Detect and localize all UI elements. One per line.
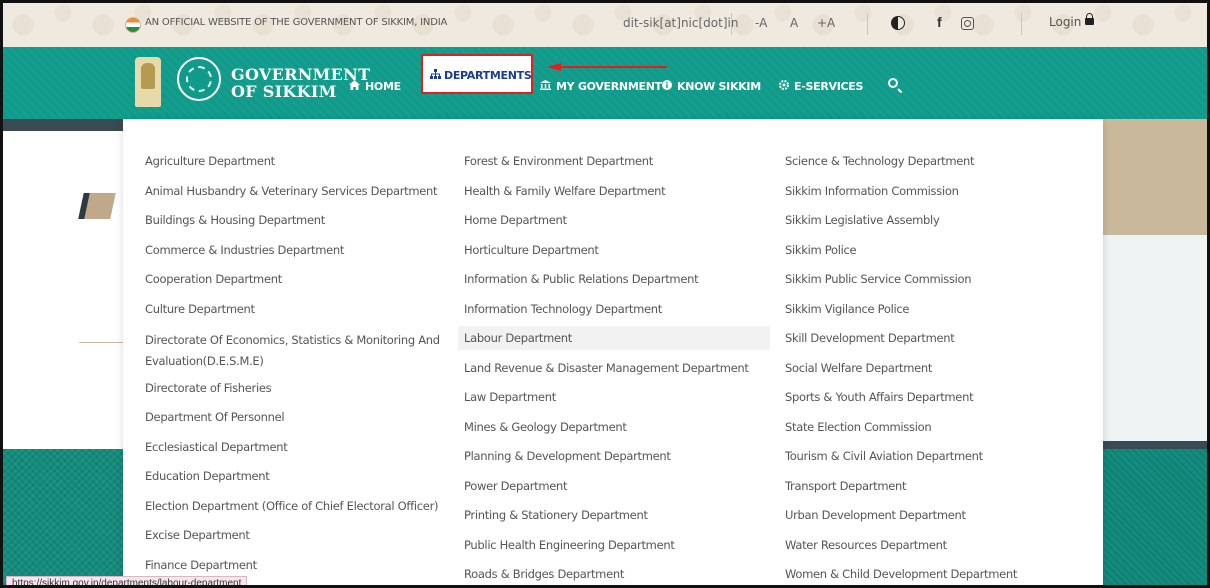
gear-icon: [779, 80, 789, 93]
instagram-icon[interactable]: [961, 17, 974, 30]
nav-e-services[interactable]: E-SERVICES: [779, 80, 863, 93]
departments-dropdown: Agriculture Department Animal Husbandry &…: [123, 119, 1103, 585]
department-link[interactable]: Law Department: [464, 389, 556, 405]
department-link[interactable]: Sikkim Police: [785, 242, 857, 258]
department-link[interactable]: Culture Department: [145, 301, 255, 317]
font-increase-button[interactable]: +A: [817, 16, 835, 30]
browser-viewport: AN OFFICIAL WEBSITE OF THE GOVERNMENT OF…: [0, 0, 1210, 588]
state-emblem-logo[interactable]: [135, 57, 161, 107]
department-link[interactable]: Roads & Bridges Department: [464, 566, 624, 582]
divider: [1021, 13, 1022, 35]
login-link[interactable]: Login: [1049, 15, 1081, 29]
contrast-toggle-icon[interactable]: [891, 16, 905, 30]
font-reset-button[interactable]: A: [790, 16, 798, 30]
department-link[interactable]: Labour Department: [458, 326, 770, 350]
department-link[interactable]: Election Department (Office of Chief Ele…: [145, 498, 439, 514]
department-link[interactable]: Information & Public Relations Departmen…: [464, 271, 699, 287]
department-link[interactable]: Horticulture Department: [464, 242, 599, 258]
page-divider-bar: [1103, 441, 1207, 449]
nav-departments-label: DEPARTMENTS: [444, 69, 532, 82]
department-link[interactable]: Agriculture Department: [145, 153, 275, 169]
nav-my-government[interactable]: MY GOVERNMENT: [540, 80, 662, 93]
department-link[interactable]: Power Department: [464, 478, 568, 494]
department-link[interactable]: Animal Husbandry & Veterinary Services D…: [145, 183, 438, 199]
home-icon: [349, 80, 360, 93]
department-link[interactable]: Commerce & Industries Department: [145, 242, 344, 258]
facebook-icon[interactable]: f: [937, 14, 942, 30]
page-teal-section-right: [1103, 449, 1207, 585]
utility-bar: AN OFFICIAL WEBSITE OF THE GOVERNMENT OF…: [3, 3, 1207, 48]
department-link[interactable]: Health & Family Welfare Department: [464, 183, 666, 199]
department-link[interactable]: Education Department: [145, 468, 270, 484]
department-link[interactable]: Water Resources Department: [785, 537, 947, 553]
department-link[interactable]: Women & Child Development Department: [785, 566, 1017, 582]
department-link[interactable]: Public Health Engineering Department: [464, 537, 675, 553]
info-icon: [662, 80, 672, 93]
department-link[interactable]: Finance Department: [145, 557, 257, 573]
department-link[interactable]: State Election Commission: [785, 419, 932, 435]
department-link[interactable]: Information Technology Department: [464, 301, 662, 317]
nav-know-sikkim[interactable]: KNOW SIKKIM: [662, 80, 761, 93]
india-flag-icon: [125, 17, 141, 33]
department-link[interactable]: Sikkim Public Service Commission: [785, 271, 972, 287]
sikkim-seal-logo[interactable]: [177, 57, 221, 101]
lock-icon: [1085, 13, 1094, 25]
department-link[interactable]: Excise Department: [145, 527, 250, 543]
department-link[interactable]: Land Revenue & Disaster Management Depar…: [464, 360, 749, 376]
search-icon[interactable]: [888, 78, 898, 88]
department-link[interactable]: Urban Development Department: [785, 507, 966, 523]
page-header-strip: [3, 119, 123, 131]
department-link[interactable]: Cooperation Department: [145, 271, 282, 287]
department-link[interactable]: Sikkim Vigilance Police: [785, 301, 910, 317]
nav-know-sikkim-label: KNOW SIKKIM: [677, 80, 761, 93]
department-link[interactable]: Forest & Environment Department: [464, 153, 653, 169]
department-link[interactable]: Sikkim Information Commission: [785, 183, 959, 199]
nav-e-services-label: E-SERVICES: [794, 80, 864, 93]
nav-home-label: HOME: [365, 80, 401, 93]
department-link[interactable]: Sikkim Legislative Assembly: [785, 212, 940, 228]
department-link[interactable]: Directorate Of Economics, Statistics & M…: [145, 330, 445, 372]
divider: [867, 13, 868, 35]
department-link[interactable]: Home Department: [464, 212, 567, 228]
decorative-block: [78, 193, 116, 219]
annotation-arrow: [547, 63, 667, 71]
bank-icon: [540, 80, 551, 93]
department-link[interactable]: Planning & Development Department: [464, 448, 671, 464]
page-banner-image: [1103, 119, 1207, 235]
department-link[interactable]: Skill Development Department: [785, 330, 955, 346]
decorative-line: [79, 342, 123, 343]
font-decrease-button[interactable]: -A: [755, 16, 767, 30]
department-link[interactable]: Science & Technology Department: [785, 153, 975, 169]
page-background-right: [1103, 235, 1207, 445]
browser-status-url: https://sikkim.gov.in/departments/labour…: [6, 576, 248, 585]
department-link[interactable]: Tourism & Civil Aviation Department: [785, 448, 983, 464]
main-navbar: GOVERNMENT OF SIKKIM HOME MY GOVERNMENT …: [3, 47, 1207, 119]
department-link[interactable]: Social Welfare Department: [785, 360, 932, 376]
department-link[interactable]: Mines & Geology Department: [464, 419, 627, 435]
page-background-left: [3, 119, 123, 449]
contact-email: dit-sik[at]nic[dot]in: [623, 16, 739, 30]
department-link[interactable]: Printing & Stationery Department: [464, 507, 648, 523]
page-teal-section: [3, 449, 123, 585]
department-link[interactable]: Transport Department: [785, 478, 907, 494]
department-link[interactable]: Sports & Youth Affairs Department: [785, 389, 974, 405]
department-link[interactable]: Buildings & Housing Department: [145, 212, 325, 228]
divider: [731, 13, 732, 35]
sitemap-icon: [430, 69, 441, 82]
nav-home[interactable]: HOME: [349, 80, 401, 93]
official-website-text: AN OFFICIAL WEBSITE OF THE GOVERNMENT OF…: [145, 17, 448, 28]
department-link[interactable]: Department Of Personnel: [145, 409, 285, 425]
department-link[interactable]: Ecclesiastical Department: [145, 439, 288, 455]
department-link[interactable]: Directorate of Fisheries: [145, 380, 272, 396]
nav-my-government-label: MY GOVERNMENT: [556, 80, 662, 93]
nav-departments[interactable]: DEPARTMENTS: [421, 54, 533, 94]
